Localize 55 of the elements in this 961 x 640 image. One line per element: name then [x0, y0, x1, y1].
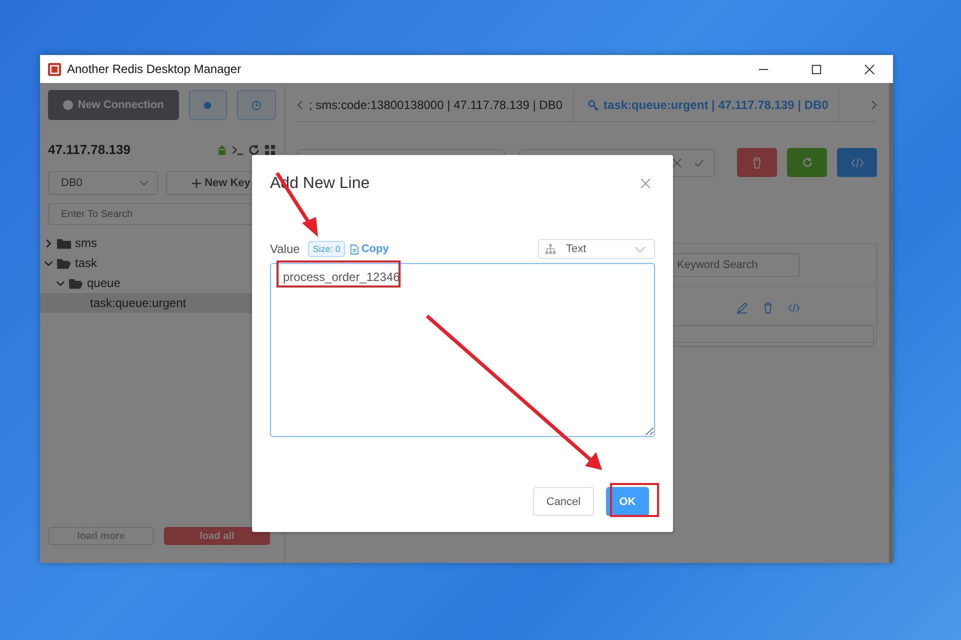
- confirm-icon[interactable]: [694, 158, 704, 168]
- cancel-icon[interactable]: [672, 158, 682, 168]
- refresh-button[interactable]: [787, 148, 827, 177]
- app-icon: [48, 62, 61, 76]
- highlight-frame: [610, 483, 659, 517]
- open-folder-icon: [69, 278, 83, 288]
- db-select[interactable]: DB0: [48, 171, 158, 195]
- clock-icon: [251, 100, 262, 110]
- delete-button[interactable]: [737, 148, 777, 177]
- close-icon[interactable]: [864, 64, 875, 74]
- tree-item[interactable]: queue: [40, 273, 269, 293]
- scroll-left-icon[interactable]: [297, 100, 303, 110]
- tree-item[interactable]: task: [40, 253, 269, 273]
- scroll-right-icon[interactable]: [871, 100, 877, 110]
- history-button[interactable]: [237, 90, 276, 120]
- load-all-button[interactable]: load all: [164, 527, 270, 545]
- value-textarea[interactable]: process_order_12346: [270, 263, 655, 437]
- folder-icon: [57, 238, 71, 248]
- value-label: Value: [270, 242, 300, 256]
- keyword-search-field[interactable]: Keyword Search: [672, 253, 800, 277]
- dropdown-caret-icon: [634, 246, 646, 252]
- window-title: Another Redis Desktop Manager: [67, 62, 242, 76]
- code-icon[interactable]: [788, 302, 800, 314]
- trash-icon: [752, 156, 762, 168]
- tab[interactable]: task:queue:urgent | 47.117.78.139 | DB0: [574, 89, 840, 121]
- grid-icon[interactable]: [264, 144, 276, 156]
- terminal-icon[interactable]: [232, 144, 244, 156]
- refresh-icon[interactable]: [248, 144, 260, 156]
- copy-link[interactable]: Copy: [350, 243, 389, 255]
- dropdown-caret-icon: [139, 180, 149, 186]
- ok-button[interactable]: OK: [606, 487, 649, 516]
- document-icon: [350, 244, 360, 254]
- cancel-button[interactable]: Cancel: [533, 487, 594, 516]
- size-badge: Size: 0: [308, 241, 346, 257]
- edit-icon[interactable]: [736, 302, 748, 314]
- dot-icon: [202, 100, 214, 110]
- key-icon: [588, 100, 599, 110]
- refresh-icon: [802, 157, 812, 168]
- hierarchy-icon: [545, 244, 556, 254]
- delete-icon[interactable]: [762, 302, 774, 314]
- open-folder-icon: [57, 258, 71, 268]
- code-view-button[interactable]: [837, 148, 877, 177]
- connection-name: 47.117.78.139: [48, 142, 130, 157]
- settings-button[interactable]: [188, 90, 228, 120]
- tree-item[interactable]: sms: [40, 233, 269, 253]
- expand-caret-icon: [44, 258, 53, 268]
- format-select[interactable]: Text: [538, 239, 655, 259]
- maximize-icon[interactable]: [811, 64, 822, 74]
- plus-icon: [192, 178, 201, 188]
- new-connection-button[interactable]: New Connection: [48, 90, 179, 120]
- collapse-caret-icon: [44, 238, 53, 248]
- expand-caret-icon: [56, 278, 65, 288]
- code-icon: [850, 158, 864, 168]
- tab[interactable]: ; sms:code:13800138000 | 47.117.78.139 | DB0: [309, 89, 574, 121]
- home-icon[interactable]: [216, 144, 228, 156]
